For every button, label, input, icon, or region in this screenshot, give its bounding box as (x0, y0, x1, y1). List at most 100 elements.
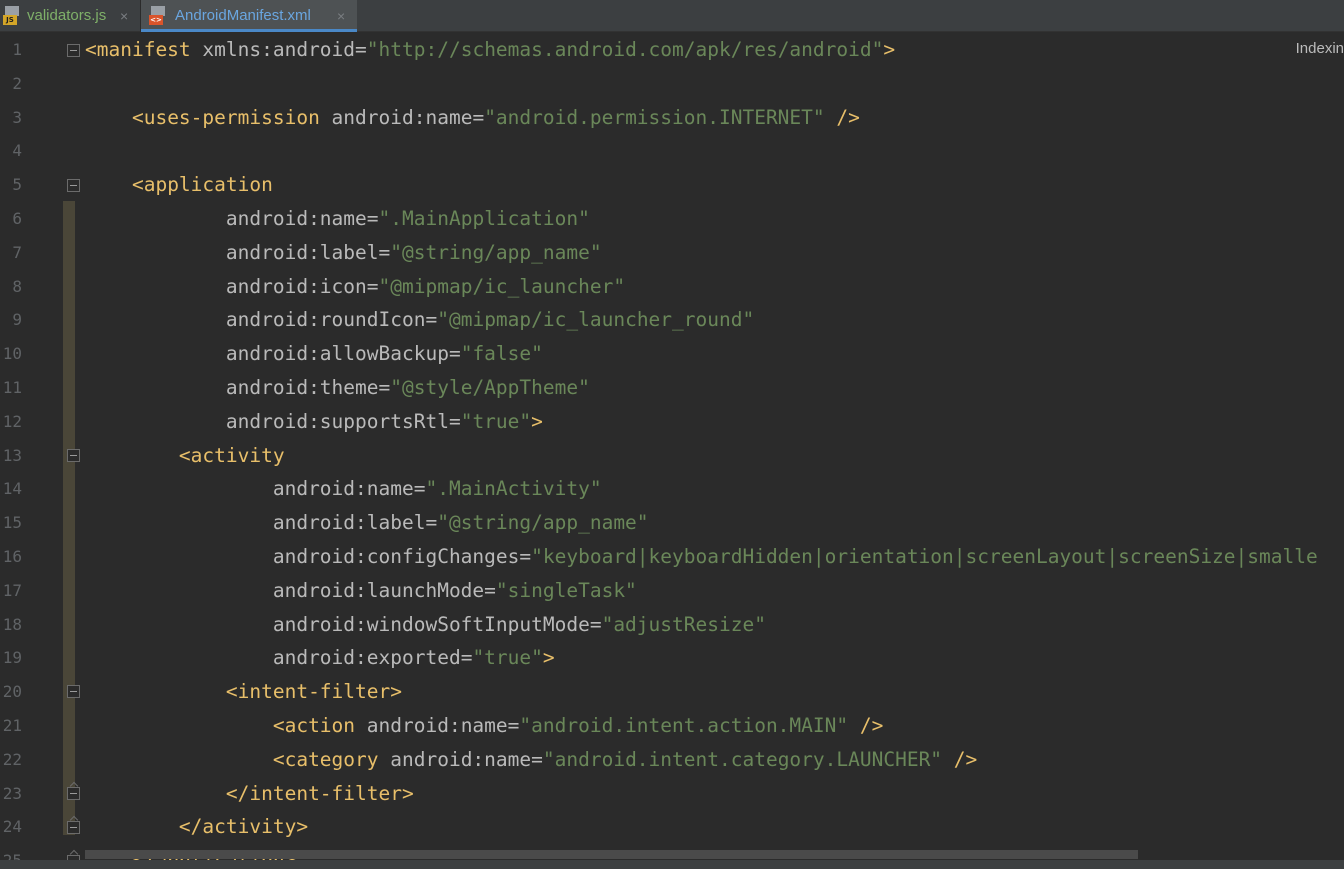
code-token-eq: = (472, 105, 485, 129)
code-line[interactable]: android:allowBackup="false" (85, 337, 543, 371)
code-line[interactable]: android:supportsRtl="true"> (85, 405, 543, 439)
editor-tab-bar: JS validators.js × <> AndroidManifest.xm… (0, 0, 1344, 32)
code-line[interactable]: android:configChanges="keyboard|keyboard… (85, 540, 1318, 574)
code-line[interactable]: android:exported="true"> (85, 641, 555, 675)
code-token-val: "true" (460, 409, 532, 433)
code-token-val: "android.intent.action.MAIN" (519, 714, 849, 737)
code-token-attr: android:name (355, 714, 508, 737)
active-tab-indicator (141, 29, 357, 32)
code-token-attr: android:allowBackup (225, 342, 449, 366)
code-token-tag: > (883, 38, 896, 61)
code-token-attr: android:name (319, 105, 473, 129)
code-token-attr: android:launchMode (272, 578, 485, 602)
change-marker[interactable] (63, 201, 75, 835)
code-token-eq: = (531, 747, 543, 771)
fold-end-icon[interactable] (67, 821, 80, 834)
code-token-attr: android:name (272, 477, 414, 501)
code-token-val: "@style/AppTheme" (390, 376, 590, 399)
code-token-eq: = (355, 38, 367, 61)
line-number: 19 (2, 648, 22, 668)
code-token-val: "singleTask" (495, 578, 637, 602)
code-token-eq: = (589, 612, 602, 636)
code-token-attr: android:icon (225, 274, 367, 298)
code-token-attr: android:name (225, 207, 367, 230)
code-token-attr: android:exported (272, 646, 461, 670)
code-token-eq: = (378, 240, 391, 264)
code-token-attr: android:theme (225, 376, 379, 399)
tab-validators-js[interactable]: JS validators.js × (0, 0, 140, 32)
code-token-attr: android:label (272, 511, 426, 535)
code-line[interactable]: <uses-permission android:name="android.p… (85, 101, 860, 135)
code-line[interactable]: android:windowSoftInputMode="adjustResiz… (85, 608, 766, 642)
fold-icon[interactable] (67, 179, 80, 192)
horizontal-scrollbar[interactable] (85, 850, 1138, 859)
code-line[interactable]: <intent-filter> (85, 675, 402, 709)
close-tab-icon[interactable]: × (337, 0, 345, 32)
fold-end-icon[interactable] (67, 787, 80, 800)
code-line[interactable]: <action android:name="android.intent.act… (85, 709, 884, 743)
tab-label: AndroidManifest.xml (175, 7, 311, 24)
line-number: 23 (2, 783, 22, 803)
code-token-tag: <action (272, 714, 356, 737)
code-line[interactable]: <category android:name="android.intent.c… (85, 743, 977, 777)
code-line[interactable]: <application (85, 168, 273, 202)
line-number-gutter[interactable]: 1234567891011121314151617181920212223242… (0, 33, 84, 869)
code-token-attr: android:windowSoftInputMode (272, 612, 590, 636)
code-line[interactable]: <activity (85, 439, 285, 473)
line-number: 6 (12, 209, 22, 228)
line-number: 16 (2, 547, 22, 566)
code-line[interactable]: <manifest xmlns:android="http://schemas.… (85, 33, 895, 67)
code-token-eq: = (519, 545, 532, 568)
code-line[interactable]: android:icon="@mipmap/ic_launcher" (85, 270, 625, 304)
code-editor[interactable]: <manifest xmlns:android="http://schemas.… (85, 33, 1344, 869)
line-number: 17 (2, 580, 22, 600)
line-number: 13 (2, 445, 22, 465)
line-number: 11 (2, 378, 22, 397)
line-number: 1 (12, 40, 22, 59)
code-line[interactable]: android:theme="@style/AppTheme" (85, 371, 590, 405)
code-line[interactable]: android:label="@string/app_name" (85, 236, 602, 270)
code-token-eq: = (448, 409, 461, 433)
line-number: 8 (12, 276, 22, 296)
fold-icon[interactable] (67, 449, 80, 462)
code-token-eq: = (507, 714, 520, 737)
code-token-eq: = (366, 274, 379, 298)
js-file-icon: JS (2, 6, 22, 26)
fold-icon[interactable] (67, 44, 80, 57)
code-token-val: "adjustResize" (601, 612, 766, 636)
code-token-val: ".MainActivity" (425, 477, 602, 501)
code-token-val: "http://schemas.android.com/apk/res/andr… (366, 38, 884, 61)
fold-icon[interactable] (67, 685, 80, 698)
tab-label: validators.js (27, 7, 107, 24)
code-line[interactable]: </activity> (85, 810, 308, 844)
code-line[interactable]: android:launchMode="singleTask" (85, 574, 637, 608)
xml-file-icon: <> (148, 6, 168, 26)
code-line[interactable]: android:name=".MainApplication" (85, 202, 590, 236)
code-line[interactable]: android:roundIcon="@mipmap/ic_launcher_r… (85, 303, 754, 337)
code-line[interactable]: </intent-filter> (85, 777, 414, 811)
code-token-val: ".MainApplication" (378, 207, 590, 230)
close-tab-icon[interactable]: × (120, 0, 128, 32)
line-number: 20 (2, 682, 22, 702)
line-number: 21 (2, 716, 22, 735)
code-token-val: "android.intent.category.LAUNCHER" (542, 747, 943, 771)
code-token-val: "android.permission.INTERNET" (484, 105, 825, 129)
line-number: 2 (12, 73, 22, 93)
line-number: 3 (12, 107, 22, 127)
code-line[interactable]: android:name=".MainActivity" (85, 472, 602, 506)
tab-android-manifest[interactable]: <> AndroidManifest.xml × (141, 0, 357, 32)
code-token-attr: android:roundIcon (225, 308, 426, 332)
code-token-tag: <intent-filter> (225, 680, 402, 704)
code-line[interactable]: android:label="@string/app_name" (85, 506, 649, 540)
